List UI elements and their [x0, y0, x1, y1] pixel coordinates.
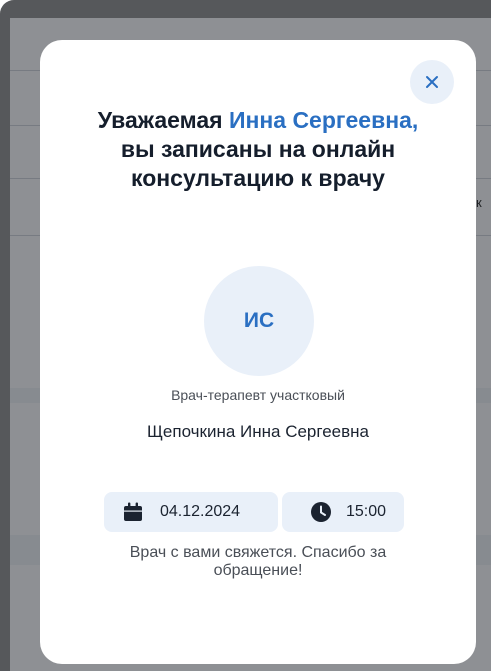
doctor-name: Щепочкина Инна Сергеевна	[146, 422, 369, 441]
title-prefix: Уважаемая	[97, 107, 223, 133]
appointment-time-chip: 15:00	[282, 492, 404, 532]
modal-title: Уважаемая Инна Сергеевна, вы записаны на…	[80, 106, 436, 193]
clock-icon	[310, 501, 332, 523]
patient-name: Инна Сергеевна,	[228, 107, 419, 133]
appointment-time: 15:00	[346, 503, 387, 520]
title-suffix: вы записаны на онлайн консультацию к вра…	[120, 136, 396, 191]
doctor-avatar: ИС	[204, 266, 314, 376]
calendar-icon	[122, 501, 144, 523]
appointment-date: 04.12.2024	[160, 503, 241, 520]
appointment-date-chip: 04.12.2024	[104, 492, 278, 532]
confirmation-note: Врач с вами свяжется. Спасибо за обращен…	[129, 544, 387, 579]
app-screen: тк Уважаемая Инна Сергеевна, вы записаны…	[0, 0, 491, 671]
close-icon	[425, 75, 439, 89]
doctor-role: Врач-терапевт участковый	[171, 387, 345, 403]
close-button[interactable]	[410, 60, 454, 104]
appointment-confirmation-modal: Уважаемая Инна Сергеевна, вы записаны на…	[40, 40, 476, 664]
avatar-initials: ИС	[243, 309, 275, 332]
